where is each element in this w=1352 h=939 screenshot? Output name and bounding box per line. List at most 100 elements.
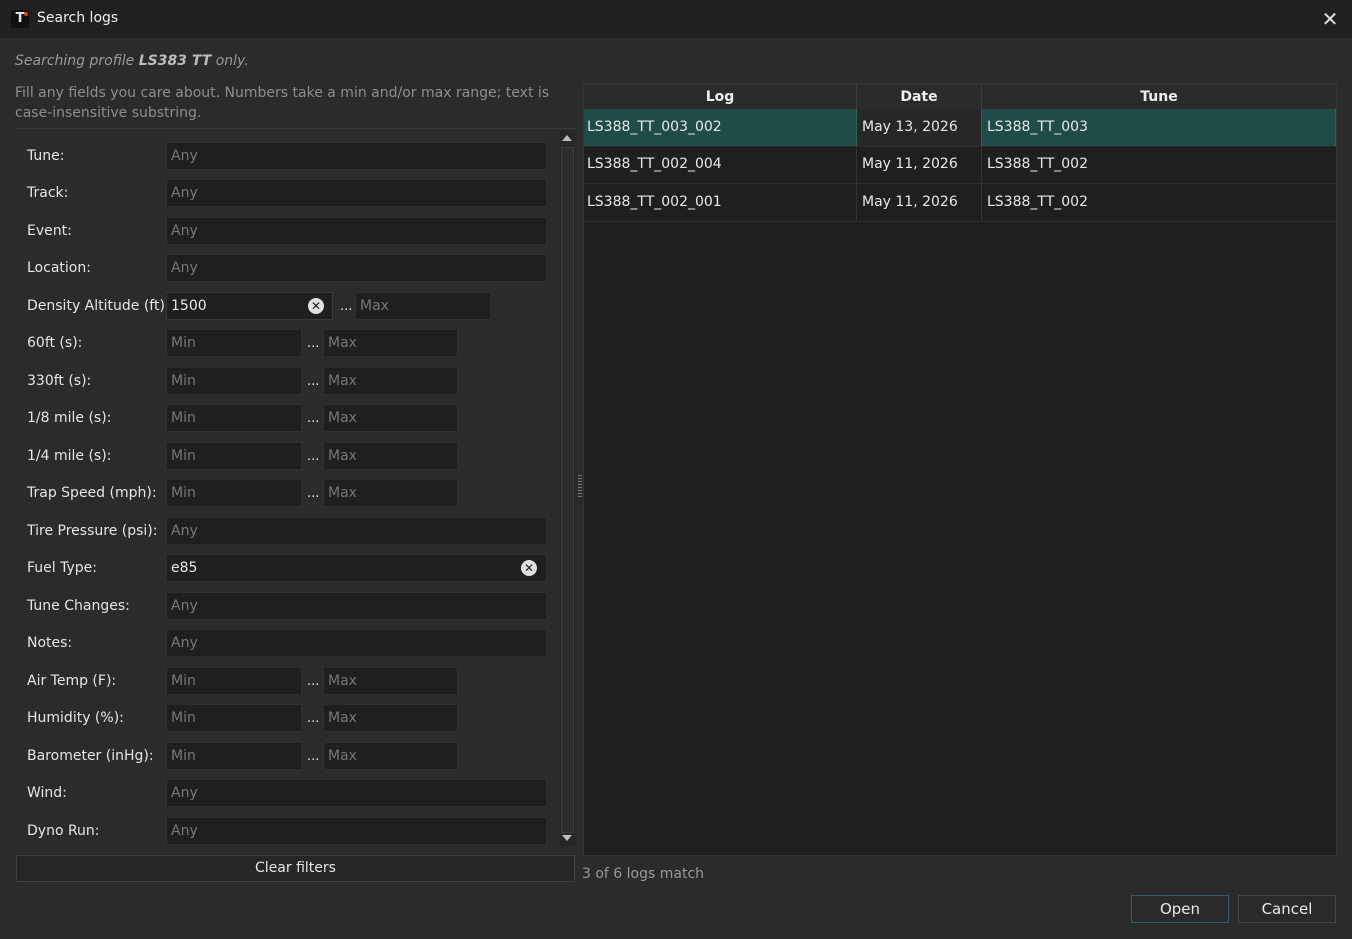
range-separator: ...: [307, 449, 320, 464]
dyno-run-input[interactable]: Any: [166, 817, 547, 845]
column-header-log[interactable]: Log: [584, 84, 857, 109]
tune-changes-input[interactable]: Any: [166, 592, 547, 620]
density-altitude-max-input[interactable]: Max: [355, 292, 491, 320]
cell-log: LS388_TT_002_001: [584, 184, 857, 221]
field-label: Trap Speed (mph):: [27, 485, 157, 501]
range-separator: ...: [307, 711, 320, 726]
window-title: Search logs: [37, 10, 119, 26]
filter-row-tune-changes: Tune Changes: Any: [15, 592, 561, 622]
results-table: Log Date Tune LS388_TT_003_002 May 13, 2…: [583, 83, 1337, 856]
tire-pressure-input[interactable]: Any: [166, 517, 547, 545]
air-temp-min-input[interactable]: Min: [166, 667, 302, 695]
barometer-max-input[interactable]: Max: [323, 742, 458, 770]
range-separator: ...: [307, 411, 320, 426]
eighth-mile-max-input[interactable]: Max: [323, 404, 458, 432]
field-label: Wind:: [27, 785, 67, 801]
field-label: Barometer (inHg):: [27, 748, 154, 764]
field-label: Tune:: [27, 148, 65, 164]
filter-row-60ft: 60ft (s): Min ... Max: [15, 329, 561, 359]
track-input[interactable]: Any: [166, 179, 547, 207]
location-input[interactable]: Any: [166, 254, 547, 282]
trap-speed-max-input[interactable]: Max: [323, 479, 458, 507]
table-row[interactable]: LS388_TT_003_002 May 13, 2026 LS388_TT_0…: [584, 109, 1336, 147]
60ft-max-input[interactable]: Max: [323, 329, 458, 357]
filter-row-location: Location: Any: [15, 254, 561, 284]
close-icon[interactable]: ✕: [1318, 8, 1342, 30]
field-label: Location:: [27, 260, 91, 276]
filter-row-tire-pressure: Tire Pressure (psi): Any: [15, 517, 561, 547]
title-bar: T Search logs ✕: [0, 0, 1352, 38]
table-row[interactable]: LS388_TT_002_001 May 11, 2026 LS388_TT_0…: [584, 184, 1336, 222]
scroll-down-arrow-icon[interactable]: [562, 835, 572, 841]
app-logo-icon: T: [11, 10, 29, 28]
form-scrollbar[interactable]: [560, 131, 575, 846]
field-label: 1/4 mile (s):: [27, 448, 112, 464]
field-label: Tire Pressure (psi):: [27, 523, 158, 539]
filter-row-air-temp: Air Temp (F): Min ... Max: [15, 667, 561, 697]
clear-filters-button[interactable]: Clear filters: [16, 855, 575, 882]
field-label: Track:: [27, 185, 69, 201]
column-header-date[interactable]: Date: [857, 84, 982, 109]
60ft-min-input[interactable]: Min: [166, 329, 302, 357]
quarter-mile-max-input[interactable]: Max: [323, 442, 458, 470]
match-count: 3 of 6 logs match: [582, 866, 705, 882]
table-header: Log Date Tune: [584, 84, 1336, 110]
table-row[interactable]: LS388_TT_002_004 May 11, 2026 LS388_TT_0…: [584, 146, 1336, 184]
quarter-mile-min-input[interactable]: Min: [166, 442, 302, 470]
330ft-max-input[interactable]: Max: [323, 367, 458, 395]
range-separator: ...: [307, 674, 320, 689]
scroll-up-arrow-icon[interactable]: [562, 135, 572, 141]
filter-row-notes: Notes: Any: [15, 629, 561, 659]
field-label: Air Temp (F):: [27, 673, 117, 689]
humidity-max-input[interactable]: Max: [323, 704, 458, 732]
range-separator: ...: [340, 299, 353, 314]
air-temp-max-input[interactable]: Max: [323, 667, 458, 695]
cell-date: May 11, 2026: [857, 146, 982, 183]
filter-row-tune: Tune: Any: [15, 142, 561, 172]
range-separator: ...: [307, 336, 320, 351]
filter-row-dyno-run: Dyno Run: Any: [15, 817, 561, 847]
filter-row-density-altitude: Density Altitude (ft): 1500 ✕ ... Max: [15, 292, 561, 322]
filter-row-fuel-type: Fuel Type: e85 ✕: [15, 554, 561, 584]
event-input[interactable]: Any: [166, 217, 547, 245]
filter-row-eighth-mile: 1/8 mile (s): Min ... Max: [15, 404, 561, 434]
column-header-tune[interactable]: Tune: [982, 84, 1336, 109]
filter-row-event: Event: Any: [15, 217, 561, 247]
barometer-min-input[interactable]: Min: [166, 742, 302, 770]
filter-row-wind: Wind: Any: [15, 779, 561, 809]
open-button[interactable]: Open: [1131, 895, 1229, 923]
eighth-mile-min-input[interactable]: Min: [166, 404, 302, 432]
field-label: Notes:: [27, 635, 73, 651]
field-label: Dyno Run:: [27, 823, 100, 839]
clear-icon[interactable]: ✕: [308, 298, 324, 314]
range-separator: ...: [307, 749, 320, 764]
filter-row-330ft: 330ft (s): Min ... Max: [15, 367, 561, 397]
cell-date: May 11, 2026: [857, 184, 982, 221]
notes-input[interactable]: Any: [166, 629, 547, 657]
fuel-type-input[interactable]: e85: [166, 554, 547, 582]
trap-speed-min-input[interactable]: Min: [166, 479, 302, 507]
field-label: Tune Changes:: [27, 598, 130, 614]
humidity-min-input[interactable]: Min: [166, 704, 302, 732]
filter-row-barometer: Barometer (inHg): Min ... Max: [15, 742, 561, 772]
splitter-handle[interactable]: [578, 475, 582, 497]
filter-row-trap-speed: Trap Speed (mph): Min ... Max: [15, 479, 561, 509]
wind-input[interactable]: Any: [166, 779, 547, 807]
cell-log: LS388_TT_003_002: [584, 109, 857, 146]
field-label: Fuel Type:: [27, 560, 97, 576]
cell-tune: LS388_TT_003: [982, 109, 1336, 146]
cancel-button[interactable]: Cancel: [1238, 895, 1336, 923]
330ft-min-input[interactable]: Min: [166, 367, 302, 395]
clear-icon[interactable]: ✕: [521, 560, 537, 576]
field-label: Humidity (%):: [27, 710, 124, 726]
field-label: Event:: [27, 223, 72, 239]
field-label: 1/8 mile (s):: [27, 410, 112, 426]
filter-row-track: Track: Any: [15, 179, 561, 209]
profile-name: LS383 TT: [138, 53, 212, 69]
filter-form: Tune: Any Track: Any Event: Any Location…: [15, 130, 561, 854]
cell-log: LS388_TT_002_004: [584, 146, 857, 183]
tune-input[interactable]: Any: [166, 142, 547, 170]
scroll-thumb[interactable]: [561, 147, 574, 833]
cell-date: May 13, 2026: [857, 109, 982, 146]
divider: [15, 128, 577, 129]
